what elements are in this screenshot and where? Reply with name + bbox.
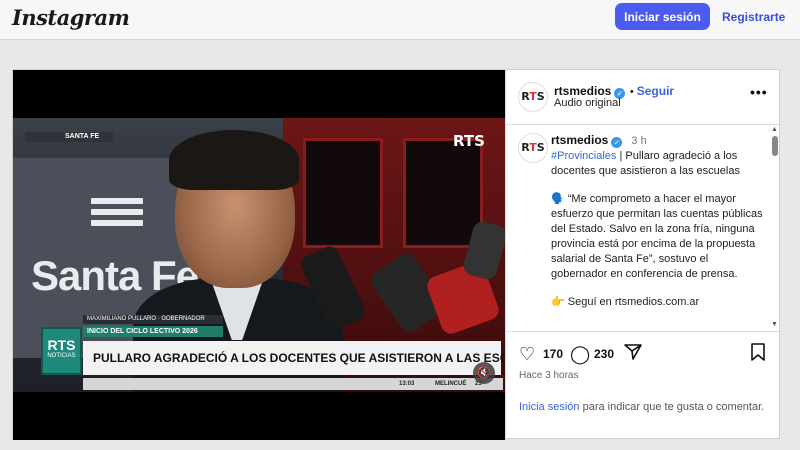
login-prompt: Inicia sesión para indicar que te gusta … [519,400,769,415]
caption-quote: 🗣️ “Me comprometo a hacer el mayor esfue… [551,193,763,280]
caption-area[interactable]: RTS rtsmedios ✓ 3 h #Provinciales | Pulla… [506,125,782,332]
news-ticker: 13:03 MELINCUÉ 23° [83,378,503,390]
caption-username[interactable]: rtsmedios [551,133,608,147]
login-link[interactable]: Inicia sesión [519,401,580,413]
video-headline: PULLARO AGRADECIÓ A LOS DOCENTES QUE ASI… [83,341,505,375]
scroll-up-icon[interactable]: ▲ [771,126,778,133]
caption-scrollbar[interactable]: ▲ ▼ [769,125,781,331]
comment-count: 230 [594,347,615,361]
login-prompt-text: para indicar que te gusta o comentar. [579,401,765,413]
mute-toggle-button[interactable]: 🔇 [473,362,495,384]
post-header: RTS rtsmedios ✓ • Seguir Audio original •… [506,70,782,125]
more-options-icon[interactable]: ••• [750,84,768,100]
author-avatar[interactable]: RTS [518,82,548,112]
video-player[interactable]: Santa Fe SANTA FE RTS MAXIMILIANO PULLAR… [13,70,505,440]
channel-watermark: RTS [453,132,485,150]
location-tag: SANTA FE [25,132,113,142]
topic-tag: INICIO DEL CICLO LECTIVO 2026 [83,326,223,337]
follow-button[interactable]: Seguir [637,84,674,98]
caption-follow-note: 👉 Seguí en rtsmedios.com.ar [551,296,700,308]
hashtag-link[interactable]: #Provinciales [551,150,616,162]
scroll-thumb[interactable] [772,136,778,156]
post-timestamp: Hace 3 horas [519,370,579,381]
ticker-city: MELINCUÉ [435,381,467,387]
like-count: 170 [543,347,564,361]
santa-fe-emblem [91,198,143,240]
author-username[interactable]: rtsmedios [554,84,611,98]
speaker-hair [169,130,299,190]
verified-badge-icon: ✓ [611,137,623,148]
ticker-time: 13:03 [399,381,415,387]
scroll-down-icon[interactable]: ▼ [771,321,778,328]
heart-icon[interactable]: ♡ [519,344,535,365]
post-caption: rtsmedios ✓ 3 h #Provinciales | Pullaro a… [551,133,763,323]
post-card: Santa Fe SANTA FE RTS MAXIMILIANO PULLAR… [12,69,782,440]
speaker-muted-icon: 🔇 [477,367,491,379]
instagram-logo[interactable]: Instagram [12,5,130,30]
audio-label[interactable]: Audio original [554,97,621,109]
login-button[interactable]: Iniciar sesión [615,3,710,30]
share-icon[interactable] [624,343,642,366]
top-bar: Instagram Iniciar sesión Registrarte [0,0,800,40]
post-actions: ♡ 170 ◯ 230 Hace 3 horas Inicia sesión p… [506,332,782,440]
caption-time: 3 h [631,135,647,147]
speaker-name-tag: MAXIMILIANO PULLARO · GOBERNADOR [83,315,223,324]
channel-logo: RTS NOTICIAS [41,327,82,375]
post-side-panel: RTS rtsmedios ✓ • Seguir Audio original •… [505,70,782,440]
comment-icon[interactable]: ◯ [570,344,590,365]
bookmark-icon[interactable] [750,343,766,366]
caption-avatar[interactable]: RTS [518,133,548,163]
register-link[interactable]: Registrarte [722,10,785,24]
